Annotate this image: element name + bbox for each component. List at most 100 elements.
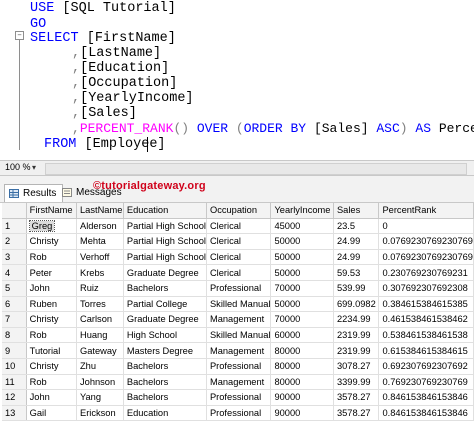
column-header[interactable]: FirstName — [26, 203, 78, 219]
table-cell[interactable]: 0.769230769230769 — [378, 374, 474, 391]
table-cell[interactable]: Verhoff — [76, 249, 124, 266]
row-number-cell[interactable]: 10 — [2, 358, 27, 375]
column-header[interactable]: PercentRank — [378, 203, 474, 219]
table-cell[interactable]: Rob — [26, 327, 78, 344]
table-row[interactable]: 4 Peter Krebs Graduate Degree Clerical 50000 5… — [2, 264, 474, 281]
table-cell[interactable]: 539.99 — [333, 280, 380, 297]
table-cell[interactable]: 70000 — [270, 311, 334, 328]
table-row[interactable]: 10 Christy Zhu Bachelors Professional 80000 30… — [2, 358, 474, 375]
table-row[interactable]: 7 Christy Carlson Graduate Degree Management… — [2, 311, 474, 328]
table-cell[interactable]: 3578.27 — [333, 405, 380, 421]
row-number-cell[interactable]: 2 — [2, 233, 27, 250]
column-header[interactable]: Sales — [333, 203, 380, 219]
table-cell[interactable]: Mehta — [76, 233, 124, 250]
table-cell[interactable]: 24.99 — [333, 233, 380, 250]
table-cell[interactable]: 59.53 — [333, 264, 380, 281]
table-cell[interactable]: 2234.99 — [333, 311, 380, 328]
table-cell[interactable]: 0.615384615384615 — [378, 342, 474, 359]
row-number-cell[interactable]: 6 — [2, 296, 27, 313]
column-header[interactable]: Education — [123, 203, 207, 219]
table-cell[interactable]: 24.99 — [333, 249, 380, 266]
table-cell[interactable]: Gail — [26, 405, 78, 421]
table-cell[interactable]: Christy — [26, 233, 78, 250]
table-cell[interactable]: Tutorial — [26, 342, 78, 359]
table-row[interactable]: 6 Ruben Torres Partial College Skilled Manua… — [2, 296, 474, 313]
table-cell[interactable]: 80000 — [270, 342, 334, 359]
table-row[interactable]: 11 Rob Johnson Bachelors Management 80000 3399… — [2, 374, 474, 391]
row-number-cell[interactable]: 4 — [2, 264, 27, 281]
table-cell[interactable]: Clerical — [206, 233, 272, 250]
table-cell[interactable]: 0.230769230769231 — [378, 264, 474, 281]
row-number-cell[interactable]: 5 — [2, 280, 27, 297]
results-grid[interactable]: FirstName LastName Education Occupation … — [2, 203, 474, 421]
column-header[interactable]: LastName — [76, 203, 124, 219]
tab-results[interactable]: Results — [4, 184, 64, 202]
table-row[interactable]: 3 Rob Verhoff Partial High School Clerical 50… — [2, 249, 474, 266]
row-number-cell[interactable]: 13 — [2, 405, 27, 421]
row-number-cell[interactable]: 11 — [2, 374, 27, 391]
table-cell[interactable]: 50000 — [270, 249, 334, 266]
table-cell[interactable]: Bachelors — [123, 374, 207, 391]
row-number-cell[interactable]: 9 — [2, 342, 27, 359]
table-cell[interactable]: Management — [206, 374, 272, 391]
table-cell[interactable]: 90000 — [270, 405, 334, 421]
table-cell[interactable]: 3078.27 — [333, 358, 380, 375]
table-cell[interactable]: Rob — [26, 374, 78, 391]
table-cell[interactable]: Erickson — [76, 405, 124, 421]
table-cell[interactable]: 23.5 — [333, 218, 380, 235]
table-cell[interactable]: Skilled Manual — [206, 327, 272, 344]
table-cell[interactable]: 699.0982 — [333, 296, 380, 313]
table-cell[interactable]: Johnson — [76, 374, 124, 391]
table-cell[interactable]: Clerical — [206, 249, 272, 266]
row-number-cell[interactable]: 1 — [2, 218, 27, 235]
table-cell[interactable]: High School — [123, 327, 207, 344]
table-cell[interactable]: Peter — [26, 264, 78, 281]
table-cell[interactable]: 45000 — [270, 218, 334, 235]
table-cell[interactable]: Masters Degree — [123, 342, 207, 359]
zoom-level[interactable]: 100 % — [3, 162, 33, 173]
table-cell[interactable]: 2319.99 — [333, 327, 380, 344]
table-row[interactable]: 2 Christy Mehta Partial High School Clerical… — [2, 233, 474, 250]
table-cell[interactable]: 2319.99 — [333, 342, 380, 359]
table-cell[interactable]: Management — [206, 311, 272, 328]
horizontal-scrollbar[interactable] — [45, 163, 467, 175]
table-cell[interactable]: Alderson — [76, 218, 124, 235]
table-cell[interactable]: Ruiz — [76, 280, 124, 297]
table-cell[interactable]: Zhu — [76, 358, 124, 375]
table-cell[interactable]: Carlson — [76, 311, 124, 328]
table-cell[interactable]: 0.0769230769230769 — [378, 233, 474, 250]
table-row[interactable]: 12 John Yang Bachelors Professional 90000 3578… — [2, 389, 474, 406]
table-cell[interactable]: John — [26, 280, 78, 297]
table-cell[interactable]: Rob — [26, 249, 78, 266]
row-number-cell[interactable]: 7 — [2, 311, 27, 328]
table-cell[interactable]: Partial College — [123, 296, 207, 313]
table-cell[interactable]: Krebs — [76, 264, 124, 281]
table-cell[interactable]: Ruben — [26, 296, 78, 313]
sql-editor[interactable]: − USE [SQL Tutorial] GO SELECT [FirstNam… — [0, 0, 474, 161]
table-cell[interactable]: 60000 — [270, 327, 334, 344]
table-cell[interactable]: Professional — [206, 405, 272, 421]
table-cell[interactable]: 50000 — [270, 264, 334, 281]
table-row[interactable]: 13 Gail Erickson Education Professional 90000… — [2, 405, 474, 421]
table-cell[interactable]: Partial High School — [123, 218, 207, 235]
table-cell[interactable]: Management — [206, 342, 272, 359]
table-cell[interactable]: Professional — [206, 280, 272, 297]
table-row[interactable]: 9 Tutorial Gateway Masters Degree Management… — [2, 342, 474, 359]
table-cell[interactable]: 0.846153846153846 — [378, 405, 474, 421]
table-cell[interactable]: 80000 — [270, 358, 334, 375]
table-cell[interactable]: Christy — [26, 311, 78, 328]
table-cell-selected[interactable]: Greg — [26, 218, 78, 235]
table-cell[interactable]: Graduate Degree — [123, 264, 207, 281]
column-header[interactable]: Occupation — [206, 203, 272, 219]
table-cell[interactable]: Partial High School — [123, 233, 207, 250]
table-cell[interactable]: Bachelors — [123, 280, 207, 297]
table-cell[interactable]: Bachelors — [123, 358, 207, 375]
table-cell[interactable]: Graduate Degree — [123, 311, 207, 328]
table-cell[interactable]: 70000 — [270, 280, 334, 297]
table-cell[interactable]: 0.846153846153846 — [378, 389, 474, 406]
table-cell[interactable]: 0 — [378, 218, 474, 235]
table-cell[interactable]: 0.0769230769230769 — [378, 249, 474, 266]
table-cell[interactable]: 80000 — [270, 374, 334, 391]
table-cell[interactable]: Yang — [76, 389, 124, 406]
table-cell[interactable]: Christy — [26, 358, 78, 375]
